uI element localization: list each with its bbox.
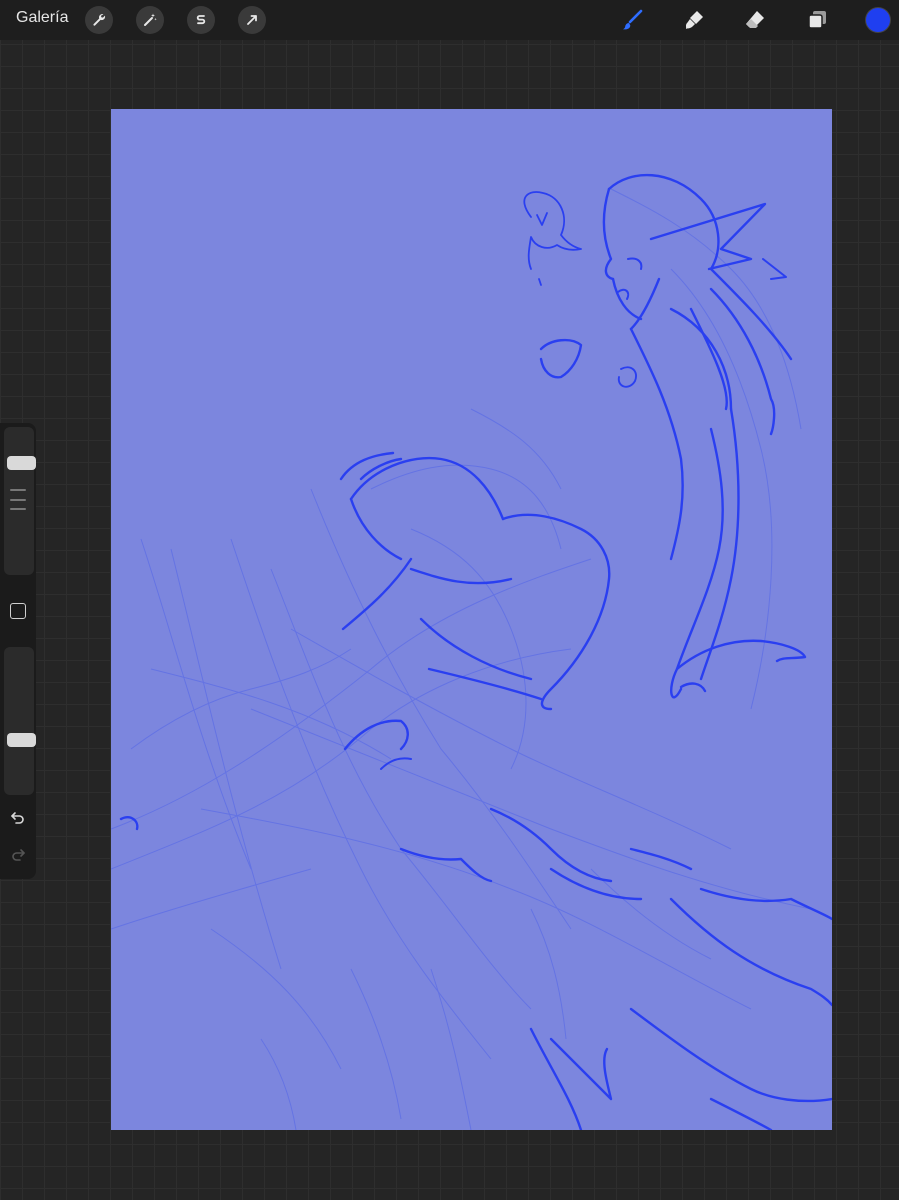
selection-s-icon[interactable] — [187, 6, 215, 34]
eraser-icon[interactable] — [741, 6, 769, 34]
brush-size-slider[interactable] — [4, 427, 36, 575]
slider-grip — [10, 508, 26, 510]
slider-grip — [10, 499, 26, 501]
brush-icon[interactable] — [618, 6, 646, 34]
smudge-icon[interactable] — [680, 6, 708, 34]
magic-wand-icon[interactable] — [136, 6, 164, 34]
opacity-thumb[interactable] — [7, 732, 36, 747]
slider-grip — [10, 489, 26, 491]
modify-square-icon[interactable] — [10, 603, 26, 619]
brush-size-thumb[interactable] — [7, 456, 36, 471]
left-sidebar — [0, 423, 36, 879]
redo-icon[interactable] — [8, 845, 28, 865]
drawing-canvas[interactable] — [111, 109, 832, 1130]
gallery-button[interactable]: Galería — [16, 9, 68, 27]
opacity-slider[interactable] — [4, 647, 36, 795]
wrench-icon[interactable] — [85, 6, 113, 34]
sketch-artwork — [111, 109, 832, 1130]
transform-arrow-icon[interactable] — [238, 6, 266, 34]
layers-icon[interactable] — [803, 6, 831, 34]
top-toolbar: Galería — [0, 0, 899, 40]
undo-icon[interactable] — [8, 808, 28, 828]
color-picker-swatch[interactable] — [866, 8, 890, 32]
